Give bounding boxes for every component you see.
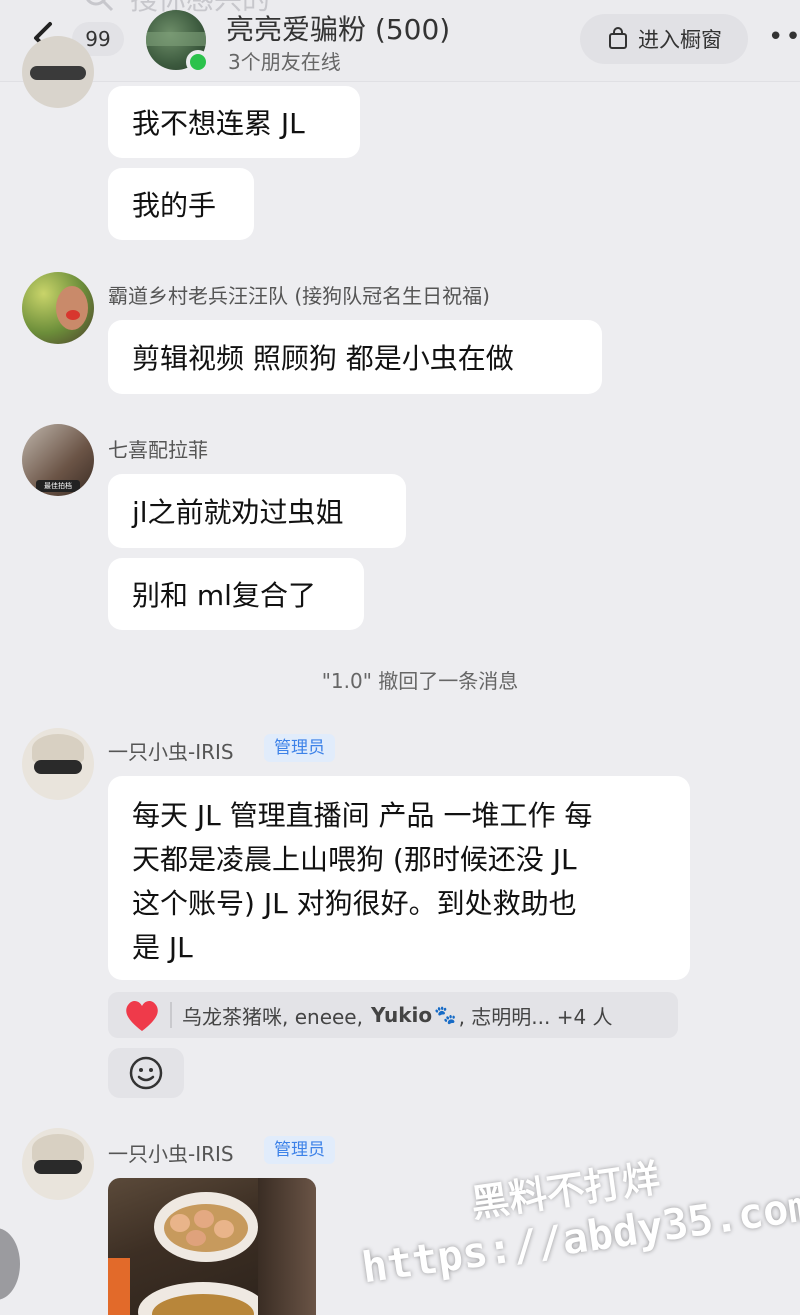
reaction-names-more: , 志明明... +4 人 <box>458 1004 613 1029</box>
reaction-name-yukio: Yukio <box>370 1003 433 1027</box>
add-reaction-button[interactable] <box>108 1048 184 1098</box>
sender-name: 七喜配拉菲 <box>108 438 208 462</box>
message-line: 每天 JL 管理直播间 产品 一堆工作 每 <box>132 799 593 832</box>
online-indicator <box>186 50 210 74</box>
avatar[interactable] <box>22 728 94 800</box>
message-bubble[interactable]: 我不想连累 JL <box>108 86 360 158</box>
divider <box>170 1002 172 1028</box>
group-title[interactable]: 亮亮爱骗粉 (500) <box>226 8 450 48</box>
paw-icon: 🐾 <box>434 1004 457 1026</box>
avatar[interactable] <box>22 1128 94 1200</box>
online-status: 3个朋友在线 <box>228 50 341 74</box>
sender-name: 一只小虫-IRIS <box>108 740 234 764</box>
food-bowl-photo[interactable] <box>108 1178 316 1315</box>
floating-button[interactable] <box>0 1228 20 1300</box>
admin-badge: 管理员 <box>264 734 335 762</box>
reaction-names: 乌龙茶猪咪, eneee, <box>182 1004 363 1029</box>
avatar[interactable] <box>22 36 94 108</box>
smiley-icon <box>129 1056 163 1090</box>
shopping-bag-icon <box>609 27 627 49</box>
recall-notice: "1.0" 撤回了一条消息 <box>321 669 519 693</box>
search-icon <box>86 0 114 12</box>
more-menu-button[interactable]: •• <box>768 22 800 52</box>
reactions-bar[interactable]: 乌龙茶猪咪, eneee, Yukio 🐾 , 志明明... +4 人 <box>108 992 678 1038</box>
message-bubble[interactable]: 每天 JL 管理直播间 产品 一堆工作 每 天都是凌晨上山喂狗 (那时候还没 J… <box>108 776 690 980</box>
message-line: 是 JL <box>132 931 193 964</box>
message-bubble[interactable]: jl之前就劝过虫姐 <box>108 474 406 548</box>
message-bubble[interactable]: 剪辑视频 照顾狗 都是小虫在做 <box>108 320 602 394</box>
admin-badge: 管理员 <box>264 1136 335 1164</box>
heart-icon <box>126 1000 158 1031</box>
avatar[interactable] <box>22 272 94 344</box>
message-bubble[interactable]: 我的手 <box>108 168 254 240</box>
message-line: 这个账号) JL 对狗很好。到处救助也 <box>132 887 577 920</box>
avatar-caption: 最佳拍档 <box>36 480 80 492</box>
enter-window-button[interactable]: 进入橱窗 <box>580 14 748 64</box>
chat-header: 搜你感兴的 99 亮亮爱骗粉 (500) 3个朋友在线 进入橱窗 •• <box>0 0 800 82</box>
enter-window-label: 进入橱窗 <box>638 28 722 52</box>
sender-name: 霸道乡村老兵汪汪队 (接狗队冠名生日祝福) <box>108 284 490 308</box>
avatar[interactable]: 最佳拍档 <box>22 424 94 496</box>
message-line: 天都是凌晨上山喂狗 (那时候还没 JL <box>132 843 577 876</box>
sender-name: 一只小虫-IRIS <box>108 1142 234 1166</box>
message-bubble[interactable]: 别和 ml复合了 <box>108 558 364 630</box>
